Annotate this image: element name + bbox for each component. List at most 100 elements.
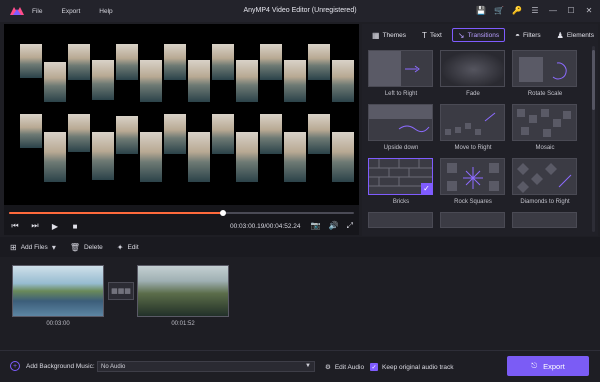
transition-tile-fade[interactable]: [440, 50, 505, 87]
menu-bar: File Export Help: [32, 8, 132, 15]
wand-icon: ✦: [116, 242, 124, 252]
preview-strip: [236, 132, 258, 182]
add-files-button[interactable]: ⊞ Add Files ▾: [10, 243, 56, 252]
menu-file[interactable]: File: [32, 8, 42, 15]
preview-strip: [140, 60, 162, 102]
preview-strip: [116, 116, 138, 154]
transition-label: Upside down: [383, 145, 419, 151]
delete-button[interactable]: 🗑 Delete: [70, 243, 103, 252]
maximize-icon[interactable]: ☐: [566, 5, 576, 15]
key-icon[interactable]: 🔑: [512, 5, 522, 15]
keep-audio-checkbox[interactable]: ✓: [370, 363, 378, 371]
scroll-thumb[interactable]: [592, 50, 595, 110]
transition-tile-partial[interactable]: [368, 212, 433, 228]
edit-audio-button[interactable]: ⚙ Edit Audio: [325, 363, 364, 372]
transition-tile-mosaic[interactable]: [512, 104, 577, 141]
video-preview[interactable]: [4, 24, 359, 205]
tab-themes[interactable]: ▦ Themes: [366, 28, 412, 42]
preview-strip: [20, 114, 42, 148]
keep-audio-label: Keep original audio track: [382, 363, 454, 371]
panel-scrollbar[interactable]: [592, 46, 595, 232]
volume-icon[interactable]: 🔊: [329, 221, 339, 231]
preview-strip: [284, 60, 306, 102]
preview-strip: [164, 114, 186, 154]
preview-strip: [188, 60, 210, 102]
preview-strip: [92, 60, 114, 100]
preview-strip: [92, 132, 114, 180]
audio-select-value: No Audio: [101, 363, 126, 370]
edit-label: Edit: [127, 243, 139, 251]
player-controls: ⏮ ⏭ ▶ ■ 00:03:00.19/00:04:52.24 📷 🔊 ⤢: [4, 205, 359, 235]
preview-strip: [140, 132, 162, 182]
filters-icon: ◓: [515, 30, 520, 40]
preview-strip: [20, 44, 42, 78]
transition-tile-bricks[interactable]: ✓: [368, 158, 433, 195]
minimize-icon[interactable]: —: [548, 5, 558, 15]
text-icon: T: [422, 30, 427, 40]
preview-strip: [188, 132, 210, 182]
edit-audio-icon: ⚙: [325, 364, 331, 371]
transitions-icon: ↘: [457, 30, 465, 40]
app-logo: [10, 6, 24, 16]
preview-strip: [212, 114, 234, 154]
step-forward-icon[interactable]: ⏭: [30, 221, 40, 231]
export-button[interactable]: ⎋ Export: [507, 356, 589, 376]
tab-label: Text: [429, 31, 442, 39]
preview-strip: [164, 44, 186, 80]
bottom-bar: + Add Background Music: No Audio ▼ ⚙ Edi…: [0, 350, 600, 382]
transition-label: Diamonds to Right: [520, 199, 570, 205]
chevron-down-icon[interactable]: ▾: [52, 243, 56, 252]
tab-label: Filters: [522, 31, 541, 39]
preview-strip: [44, 132, 66, 182]
tab-text[interactable]: T Text: [416, 28, 448, 42]
tab-transitions[interactable]: ↘ Transitions: [451, 28, 506, 42]
tab-elements[interactable]: ♟ Elements: [551, 28, 600, 42]
transition-tile-partial[interactable]: [512, 212, 577, 228]
preview-strip: [284, 132, 306, 182]
tab-filters[interactable]: ◓ Filters: [509, 28, 547, 42]
timeline-clip[interactable]: [12, 265, 104, 317]
tab-label: Themes: [382, 31, 407, 39]
preview-strip: [212, 44, 234, 80]
tab-label: Elements: [566, 31, 594, 39]
timeline-clip[interactable]: [137, 265, 229, 317]
stop-icon[interactable]: ■: [70, 222, 80, 231]
transition-tile-rotate-scale[interactable]: [512, 50, 577, 87]
preview-strip: [308, 44, 330, 80]
transition-tile-upside-down[interactable]: [368, 104, 433, 141]
transition-label: Bricks: [392, 199, 410, 205]
snapshot-icon[interactable]: 📷: [311, 221, 321, 231]
fullscreen-icon[interactable]: ⤢: [347, 221, 353, 231]
preview-strip: [308, 114, 330, 154]
cart-icon[interactable]: 🛒: [494, 5, 504, 15]
transition-label: Rock Squares: [454, 199, 492, 205]
timeline: 00:03:00 ▦▦▦ 00:01:52: [0, 257, 600, 343]
edit-button[interactable]: ✦ Edit: [117, 243, 139, 252]
tab-label: Transitions: [467, 31, 500, 39]
close-icon[interactable]: ✕: [584, 5, 594, 15]
menu-help[interactable]: Help: [99, 8, 112, 15]
rewind-icon[interactable]: ⏮: [10, 221, 20, 231]
progress-fill: [9, 212, 223, 214]
time-display: 00:03:00.19/00:04:52.24: [230, 223, 301, 230]
add-file-icon: ⊞: [10, 242, 17, 252]
preview-strip: [260, 44, 282, 80]
add-music-icon[interactable]: +: [10, 361, 20, 371]
play-icon[interactable]: ▶: [50, 222, 60, 231]
transition-tile-move-to-right[interactable]: [440, 104, 505, 141]
transition-label: Mosaic: [535, 145, 555, 151]
export-label: Export: [543, 361, 565, 371]
menu-icon[interactable]: ☰: [530, 5, 540, 15]
transition-tile-rock-squares[interactable]: [440, 158, 505, 195]
progress-bar[interactable]: [9, 210, 354, 216]
panel-tabs: ▦ Themes T Text ↘ Transitions ◓ Filters ♟ Ele…: [366, 28, 600, 42]
progress-handle[interactable]: [219, 210, 226, 216]
menu-export[interactable]: Export: [61, 8, 80, 15]
transition-tile-partial[interactable]: [440, 212, 505, 228]
transition-tile-diamonds-to-right[interactable]: [512, 158, 577, 195]
transition-slot[interactable]: ▦▦▦: [108, 282, 134, 300]
audio-select[interactable]: No Audio ▼: [97, 361, 315, 372]
transition-label: Move to Right: [454, 145, 492, 151]
save-icon[interactable]: 💾: [476, 5, 486, 15]
transition-tile-left-to-right[interactable]: [368, 50, 433, 87]
